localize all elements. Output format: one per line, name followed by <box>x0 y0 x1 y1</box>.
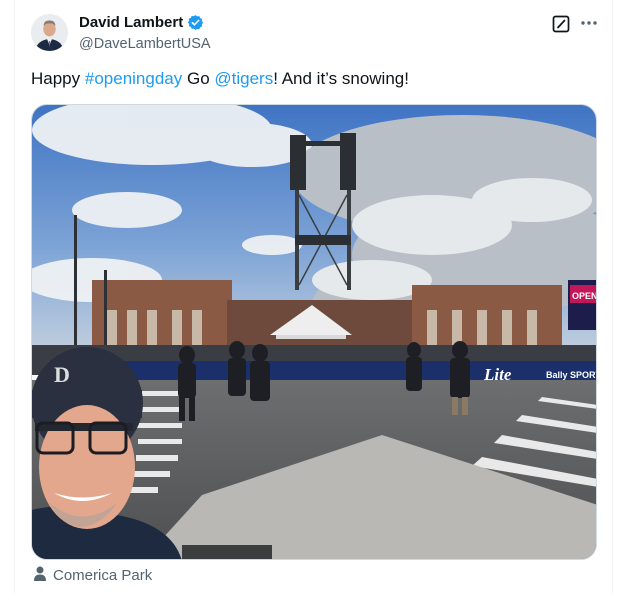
location-label: Comerica Park <box>53 567 153 584</box>
tweet-photo[interactable]: OPENING Lite Bally SPORTS <box>31 104 597 560</box>
location-link[interactable]: Comerica Park <box>33 566 152 585</box>
timeline-border-right <box>612 0 613 593</box>
tweet-text: Happy #openingday Go @tigers! And it’s s… <box>31 69 409 89</box>
billboard-text: OPENING <box>572 291 597 301</box>
svg-text:D: D <box>54 362 70 387</box>
photo-illustration: OPENING Lite Bally SPORTS <box>32 105 597 559</box>
bally-sign: Bally SPORTS <box>546 370 597 380</box>
tweet-text-part: Happy <box>31 69 85 88</box>
avatar[interactable] <box>31 14 68 51</box>
hashtag-link[interactable]: #openingday <box>85 69 182 88</box>
tweet-text-part: Go <box>182 69 215 88</box>
tweet-text-part: ! And it’s snowing! <box>273 69 409 88</box>
mention-link[interactable]: @tigers <box>214 69 273 88</box>
timeline-border-left <box>14 0 15 593</box>
author-name[interactable]: David Lambert <box>79 14 183 31</box>
person-pin-icon <box>33 566 47 585</box>
author-handle[interactable]: @DaveLambertUSA <box>79 36 211 52</box>
more-icon[interactable] <box>578 12 600 34</box>
verified-badge-icon[interactable] <box>187 14 204 31</box>
grok-icon[interactable] <box>552 15 570 33</box>
